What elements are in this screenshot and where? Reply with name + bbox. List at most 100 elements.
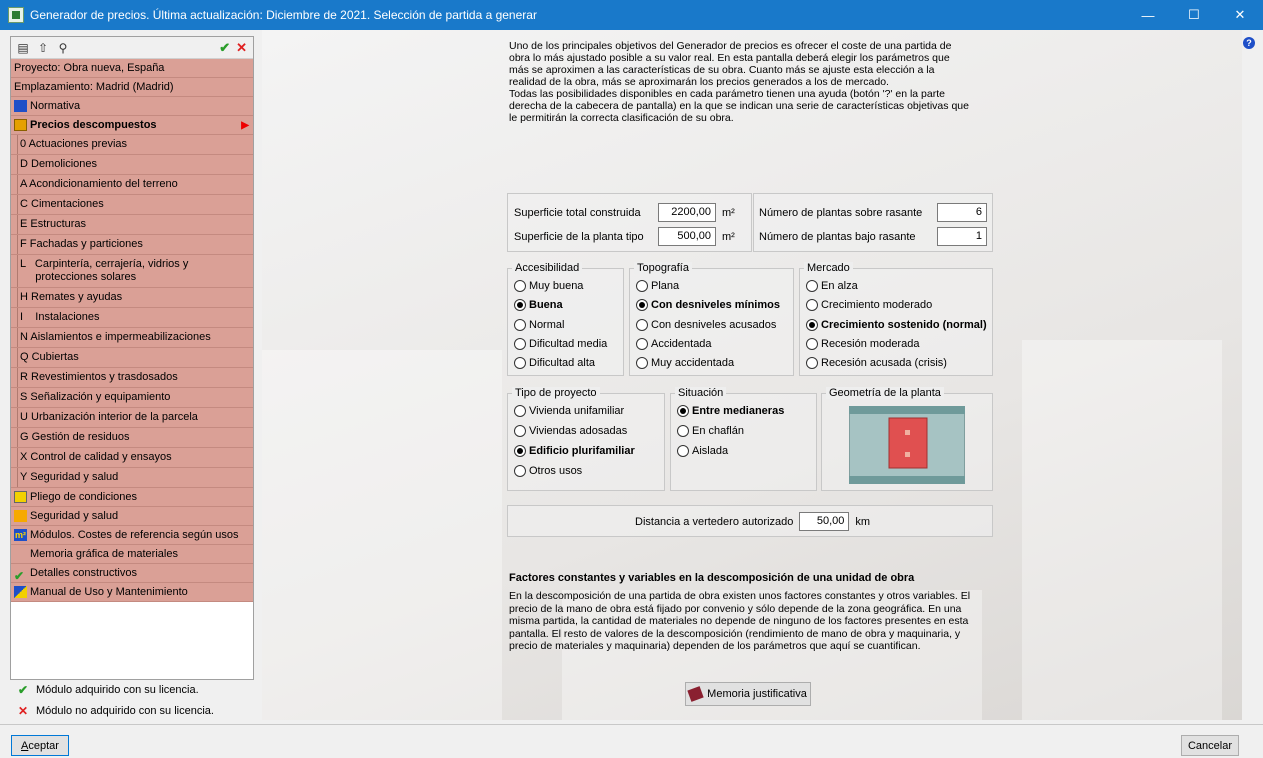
- manual-icon: [14, 586, 27, 598]
- tree-item-emplazamiento[interactable]: Emplazamiento: Madrid (Madrid): [11, 78, 253, 97]
- topo-desniveles-acusados-radio[interactable]: Con desniveles acusados: [636, 319, 776, 331]
- situacion-title: Situación: [675, 387, 727, 399]
- tree-item-estructuras[interactable]: E Estructuras: [11, 215, 253, 235]
- aceptar-button[interactable]: Aceptar: [11, 735, 69, 756]
- topo-muy-accidentada-radio[interactable]: Muy accidentada: [636, 357, 734, 369]
- up-icon[interactable]: ⇧: [35, 40, 51, 56]
- tree-item-label: Normativa: [30, 99, 81, 112]
- tree-item-label: Manual de Uso y Mantenimiento: [30, 585, 188, 598]
- topo-plana-radio[interactable]: Plana: [636, 280, 679, 292]
- list-icon[interactable]: ▤: [15, 40, 31, 56]
- factores-title: Factores constantes y variables en la de…: [509, 572, 915, 584]
- book-icon: [687, 686, 704, 702]
- mercado-crecimiento-sostenido-radio[interactable]: Crecimiento sostenido (normal): [806, 319, 987, 331]
- floors-above-input[interactable]: 6: [937, 203, 987, 222]
- acc-dificultad-media-radio[interactable]: Dificultad media: [514, 338, 607, 350]
- tree-item-carpinteria[interactable]: L Carpintería, cerrajería, vidrios y pro…: [11, 255, 253, 288]
- acc-dificultad-alta-radio[interactable]: Dificultad alta: [514, 357, 595, 369]
- typical-floor-input[interactable]: 500,00: [658, 227, 716, 246]
- tree-item-memoria-grafica[interactable]: Memoria gráfica de materiales: [11, 545, 253, 564]
- cross-icon[interactable]: ✕: [236, 40, 247, 56]
- accesibilidad-title: Accesibilidad: [512, 262, 583, 274]
- check-icon: ✔: [14, 569, 25, 583]
- topo-desniveles-minimos-radio[interactable]: Con desniveles mínimos: [636, 299, 780, 311]
- acc-buena-radio[interactable]: Buena: [514, 299, 563, 311]
- tipo-proyecto-group: Tipo de proyecto Vivienda unifamiliar Vi…: [507, 387, 665, 491]
- mercado-recesion-acusada-radio[interactable]: Recesión acusada (crisis): [806, 357, 947, 369]
- tree-item-label: Módulos. Costes de referencia según usos: [30, 528, 239, 541]
- tree-item-remates[interactable]: H Remates y ayudas: [11, 288, 253, 308]
- tree-item-label: Seguridad y salud: [30, 509, 119, 522]
- sit-aislada-radio[interactable]: Aislada: [677, 445, 728, 457]
- pliego-icon: [14, 491, 27, 503]
- tipo-vivienda-unifamiliar-radio[interactable]: Vivienda unifamiliar: [514, 405, 624, 417]
- tree-item-demoliciones[interactable]: D Demoliciones: [11, 155, 253, 175]
- tree-item-urbanizacion[interactable]: U Urbanización interior de la parcela: [11, 408, 253, 428]
- close-button[interactable]: ✕: [1217, 0, 1263, 30]
- minimize-button[interactable]: —: [1125, 0, 1171, 30]
- mercado-crecimiento-moderado-radio[interactable]: Crecimiento moderado: [806, 299, 932, 311]
- tipo-proyecto-title: Tipo de proyecto: [512, 387, 600, 399]
- tree-item-label: Precios descompuestos: [30, 118, 157, 131]
- distancia-label: Distancia a vertedero autorizado: [635, 515, 794, 528]
- topo-accidentada-radio[interactable]: Accidentada: [636, 338, 712, 350]
- tree-item-fachadas[interactable]: F Fachadas y particiones: [11, 235, 253, 255]
- tree-item-revestimientos[interactable]: R Revestimientos y trasdosados: [11, 368, 253, 388]
- mercado-title: Mercado: [804, 262, 853, 274]
- tree-item-modulos[interactable]: m² Módulos. Costes de referencia según u…: [11, 526, 253, 545]
- tree-item-control-calidad[interactable]: X Control de calidad y ensayos: [11, 448, 253, 468]
- tree-item-aislamientos[interactable]: N Aislamientos e impermeabilizaciones: [11, 328, 253, 348]
- situacion-group: Situación Entre medianeras En chaflán Ai…: [670, 387, 817, 491]
- tree-item-manual[interactable]: Manual de Uso y Mantenimiento: [11, 583, 253, 602]
- floors-above-label: Número de plantas sobre rasante: [759, 206, 923, 219]
- tree-item-senalizacion[interactable]: S Señalización y equipamiento: [11, 388, 253, 408]
- mercado-recesion-moderada-radio[interactable]: Recesión moderada: [806, 338, 919, 350]
- floors-group: Número de plantas sobre rasante 6 Número…: [753, 193, 993, 252]
- mercado-en-alza-radio[interactable]: En alza: [806, 280, 858, 292]
- tipo-otros-usos-radio[interactable]: Otros usos: [514, 465, 582, 477]
- app-icon: [8, 7, 24, 23]
- tree-item-cubiertas[interactable]: Q Cubiertas: [11, 348, 253, 368]
- tree-item-seguridad-salud-sub[interactable]: Y Seguridad y salud: [11, 468, 253, 488]
- distancia-input[interactable]: 50,00: [799, 512, 850, 531]
- normativa-icon: [14, 100, 27, 112]
- tree-item-normativa[interactable]: Normativa: [11, 97, 253, 116]
- acc-muy-buena-radio[interactable]: Muy buena: [514, 280, 583, 292]
- selected-arrow-icon: ▶: [241, 119, 249, 131]
- cancelar-button[interactable]: Cancelar: [1181, 735, 1239, 756]
- memoria-justificativa-button[interactable]: Memoria justificativa: [685, 682, 811, 706]
- accesibilidad-group: Accesibilidad Muy buena Buena Normal Dif…: [507, 262, 624, 376]
- tree-item-instalaciones[interactable]: I Instalaciones: [11, 308, 253, 328]
- window-title: Generador de precios. Última actualizaci…: [30, 8, 537, 22]
- title-bar: Generador de precios. Última actualizaci…: [0, 0, 1263, 30]
- seguridad-icon: [14, 510, 27, 522]
- geometria-group: Geometría de la planta: [821, 387, 993, 491]
- binoculars-icon[interactable]: ⚲: [55, 40, 71, 56]
- maximize-button[interactable]: ☐: [1171, 0, 1217, 30]
- tree-item-pliego[interactable]: Pliego de condiciones: [11, 488, 253, 507]
- tree-item-precios-descompuestos[interactable]: Precios descompuestos ▶: [11, 116, 253, 135]
- acc-normal-radio[interactable]: Normal: [514, 319, 564, 331]
- tree-item-acondicionamiento[interactable]: A Acondicionamiento del terreno: [11, 175, 253, 195]
- tree-item-seguridad-salud[interactable]: Seguridad y salud: [11, 507, 253, 526]
- tree-item-proyecto[interactable]: Proyecto: Obra nueva, España: [11, 59, 253, 78]
- tree-item-label: Pliego de condiciones: [30, 490, 138, 503]
- precios-icon: [14, 119, 27, 131]
- tree-item-gestion-residuos[interactable]: G Gestión de residuos: [11, 428, 253, 448]
- tree-item-actuaciones-previas[interactable]: 0 Actuaciones previas: [11, 135, 253, 155]
- tree-item-cimentaciones[interactable]: C Cimentaciones: [11, 195, 253, 215]
- total-surface-label: Superficie total construida: [514, 206, 641, 219]
- tree-item-detalles[interactable]: ✔ Detalles constructivos: [11, 564, 253, 583]
- tipo-viviendas-adosadas-radio[interactable]: Viviendas adosadas: [514, 425, 627, 437]
- sit-entre-medianeras-radio[interactable]: Entre medianeras: [677, 405, 784, 417]
- intro-text: Uno de los principales objetivos del Gen…: [509, 40, 969, 124]
- sit-en-chaflan-radio[interactable]: En chaflán: [677, 425, 744, 437]
- tipo-edificio-plurifamiliar-radio[interactable]: Edificio plurifamiliar: [514, 445, 635, 457]
- help-icon[interactable]: ?: [1243, 37, 1255, 49]
- factores-text: En la descomposición de una partida de o…: [509, 590, 971, 652]
- floors-below-input[interactable]: 1: [937, 227, 987, 246]
- topografia-title: Topografía: [634, 262, 692, 274]
- total-surface-input[interactable]: 2200,00: [658, 203, 716, 222]
- legend-not-acquired: ✕ Módulo no adquirido con su licencia.: [18, 704, 214, 718]
- check-icon[interactable]: ✔: [219, 40, 230, 56]
